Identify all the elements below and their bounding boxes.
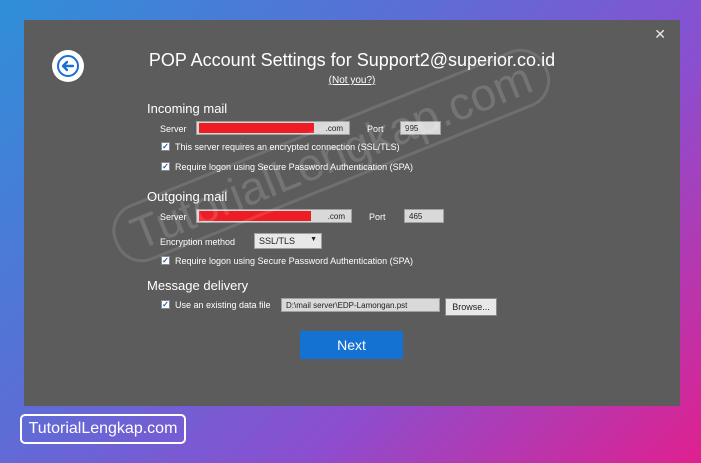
outgoing-server-suffix: .com: [327, 212, 345, 221]
message-delivery-heading: Message delivery: [147, 278, 249, 293]
existing-data-file-label: Use an existing data file: [175, 300, 271, 310]
data-file-path-input[interactable]: D:\mail server\EDP-Lamongan.pst: [281, 298, 440, 312]
browse-button[interactable]: Browse...: [445, 298, 497, 316]
outgoing-spa-checkbox[interactable]: ✓: [161, 256, 170, 265]
incoming-spa-checkbox[interactable]: ✓: [161, 162, 170, 171]
checkmark-icon: ✓: [162, 299, 169, 309]
close-icon[interactable]: ✕: [654, 26, 666, 43]
site-badge: TutorialLengkap.com: [20, 414, 186, 444]
outgoing-spa-label: Require logon using Secure Password Auth…: [175, 256, 413, 266]
existing-data-file-checkbox[interactable]: ✓: [161, 300, 170, 309]
checkmark-icon: ✓: [162, 255, 169, 265]
incoming-mail-heading: Incoming mail: [147, 101, 228, 116]
checkmark-icon: ✓: [162, 161, 169, 171]
dialog-title: POP Account Settings for Support2@superi…: [148, 50, 556, 70]
not-you-link[interactable]: (Not you?): [24, 75, 680, 86]
encryption-method-value: SSL/TLS: [259, 236, 296, 246]
redaction-bar: [199, 123, 314, 133]
checkmark-icon: ✓: [162, 141, 169, 151]
incoming-server-label: Server: [160, 124, 187, 134]
chevron-down-icon: ▼: [310, 236, 317, 243]
pop-account-dialog: ✕ POP Account Settings for Support2@supe…: [24, 20, 680, 406]
ssl-checkbox[interactable]: ✓: [161, 142, 170, 151]
next-button[interactable]: Next: [300, 331, 403, 359]
outgoing-port-input[interactable]: 465: [404, 209, 444, 223]
encryption-method-select[interactable]: SSL/TLS ▼: [254, 233, 322, 249]
outgoing-port-label: Port: [369, 212, 386, 222]
